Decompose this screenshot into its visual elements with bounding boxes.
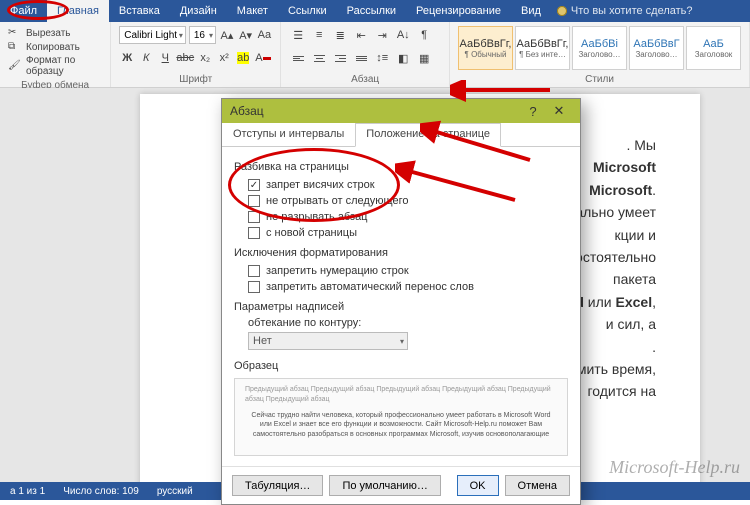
multilevel-button[interactable]: ≣ — [331, 26, 349, 44]
tab-view[interactable]: Вид — [511, 0, 551, 22]
tab-indents[interactable]: Отступы и интервалы — [222, 123, 355, 146]
line-spacing-button[interactable]: ↕≡ — [373, 49, 391, 67]
chevron-down-icon: ▾ — [179, 31, 183, 40]
checkbox-icon — [248, 227, 260, 239]
font-color-button[interactable]: A — [254, 49, 272, 67]
brush-icon: 🖌 — [8, 60, 20, 72]
strike-button[interactable]: abc — [176, 49, 194, 67]
bulb-icon — [557, 6, 567, 16]
align-left-button[interactable] — [289, 49, 307, 67]
grow-font-button[interactable]: A▴ — [219, 26, 235, 44]
word-count[interactable]: Число слов: 109 — [63, 486, 139, 497]
chk-suppress-line-numbers[interactable]: запретить нумерацию строк — [234, 263, 568, 279]
tab-home[interactable]: Главная — [47, 0, 109, 22]
indent-button[interactable]: ⇥ — [373, 26, 391, 44]
chk-suppress-hyphenation[interactable]: запретить автоматический перенос слов — [234, 279, 568, 295]
ribbon-tabs: Файл Главная Вставка Дизайн Макет Ссылки… — [0, 0, 750, 22]
align-center-button[interactable] — [310, 49, 328, 67]
group-font: Calibri Light▾ 16▾ A▴ A▾ Aa Ж К Ч abc x₂… — [111, 22, 281, 87]
chk-keep-with-next[interactable]: не отрывать от следующего — [234, 193, 568, 209]
dialog-tabs: Отступы и интервалы Положение на страниц… — [222, 123, 580, 147]
tab-file[interactable]: Файл — [0, 0, 47, 22]
tab-review[interactable]: Рецензирование — [406, 0, 511, 22]
language-indicator[interactable]: русский — [157, 486, 193, 497]
paragraph-dialog: Абзац ? ✕ Отступы и интервалы Положение … — [221, 98, 581, 505]
group-label-styles: Стили — [458, 72, 741, 87]
tab-page-position[interactable]: Положение на странице — [355, 123, 501, 147]
shrink-font-button[interactable]: A▾ — [238, 26, 254, 44]
group-label-font: Шрифт — [119, 72, 272, 87]
tell-me[interactable]: Что вы хотите сделать? — [557, 5, 693, 17]
section-textbox-options: Параметры надписей — [234, 301, 568, 313]
wrap-label: обтекание по контуру: — [234, 317, 568, 329]
superscript-button[interactable]: x² — [216, 49, 232, 67]
style-item[interactable]: АаБбВвГг,¶ Без инте… — [515, 26, 570, 70]
outdent-button[interactable]: ⇤ — [352, 26, 370, 44]
preview-box: Предыдущий абзац Предыдущий абзац Предыд… — [234, 378, 568, 456]
cancel-button[interactable]: Отмена — [505, 475, 570, 496]
checkbox-icon — [248, 265, 260, 277]
group-styles: АаБбВвГг,¶ ОбычныйАаБбВвГг,¶ Без инте…Аа… — [450, 22, 750, 87]
bullets-button[interactable]: ☰ — [289, 26, 307, 44]
numbering-button[interactable]: ≡ — [310, 26, 328, 44]
tab-layout[interactable]: Макет — [227, 0, 278, 22]
chevron-down-icon: ▾ — [209, 31, 213, 40]
style-item[interactable]: АаБЗаголовок — [686, 26, 741, 70]
font-size-combo[interactable]: 16▾ — [189, 26, 216, 44]
copy-button[interactable]: ⧉Копировать — [8, 40, 102, 54]
checkbox-icon: ✓ — [248, 179, 260, 191]
bold-button[interactable]: Ж — [119, 49, 135, 67]
chevron-down-icon: ▾ — [400, 337, 404, 346]
font-family-combo[interactable]: Calibri Light▾ — [119, 26, 186, 44]
subscript-button[interactable]: x₂ — [197, 49, 213, 67]
sort-button[interactable]: A↓ — [394, 26, 412, 44]
change-case-button[interactable]: Aa — [257, 26, 273, 44]
tabs-button[interactable]: Табуляция… — [232, 475, 323, 496]
section-preview: Образец — [234, 360, 568, 372]
help-button[interactable]: ? — [520, 99, 546, 123]
default-button[interactable]: По умолчанию… — [329, 475, 440, 496]
tab-insert[interactable]: Вставка — [109, 0, 170, 22]
chk-widow-control[interactable]: ✓запрет висячих строк — [234, 177, 568, 193]
group-label-paragraph: Абзац — [289, 72, 441, 87]
underline-button[interactable]: Ч — [157, 49, 173, 67]
dialog-title: Абзац — [230, 104, 264, 118]
borders-button[interactable]: ▦ — [415, 49, 433, 67]
dialog-footer: Табуляция… По умолчанию… OK Отмена — [222, 466, 580, 504]
checkbox-icon — [248, 211, 260, 223]
highlight-button[interactable]: ab — [235, 49, 251, 67]
format-painter-button[interactable]: 🖌Формат по образцу — [8, 54, 102, 78]
checkbox-icon — [248, 195, 260, 207]
chk-page-break-before[interactable]: с новой страницы — [234, 225, 568, 241]
group-paragraph: ☰ ≡ ≣ ⇤ ⇥ A↓ ¶ ↕≡ ◧ ▦ Абзац — [281, 22, 450, 87]
dialog-titlebar[interactable]: Абзац ? ✕ — [222, 99, 580, 123]
section-pagination: Разбивка на страницы — [234, 161, 568, 173]
tell-me-label: Что вы хотите сделать? — [571, 5, 693, 17]
tab-references[interactable]: Ссылки — [278, 0, 337, 22]
section-formatting-exceptions: Исключения форматирования — [234, 247, 568, 259]
show-marks-button[interactable]: ¶ — [415, 26, 433, 44]
scissors-icon: ✂ — [8, 27, 20, 39]
chk-keep-together[interactable]: не разрывать абзац — [234, 209, 568, 225]
justify-button[interactable] — [352, 49, 370, 67]
tab-mailings[interactable]: Рассылки — [337, 0, 406, 22]
shading-button[interactable]: ◧ — [394, 49, 412, 67]
page-indicator[interactable]: а 1 из 1 — [10, 486, 45, 497]
checkbox-icon — [248, 281, 260, 293]
italic-button[interactable]: К — [138, 49, 154, 67]
ribbon: ✂Вырезать ⧉Копировать 🖌Формат по образцу… — [0, 22, 750, 88]
wrap-select[interactable]: Нет▾ — [248, 332, 408, 350]
style-item[interactable]: АаБбВвГЗаголово… — [629, 26, 684, 70]
cut-button[interactable]: ✂Вырезать — [8, 26, 102, 40]
align-right-button[interactable] — [331, 49, 349, 67]
style-item[interactable]: АаБбВвГг,¶ Обычный — [458, 26, 513, 70]
group-clipboard: ✂Вырезать ⧉Копировать 🖌Формат по образцу… — [0, 22, 111, 87]
style-item[interactable]: АаБбВіЗаголово… — [572, 26, 627, 70]
close-button[interactable]: ✕ — [546, 99, 572, 123]
tab-design[interactable]: Дизайн — [170, 0, 227, 22]
ok-button[interactable]: OK — [457, 475, 499, 496]
watermark: Microsoft-Help.ru — [609, 457, 740, 478]
copy-icon: ⧉ — [8, 41, 20, 53]
